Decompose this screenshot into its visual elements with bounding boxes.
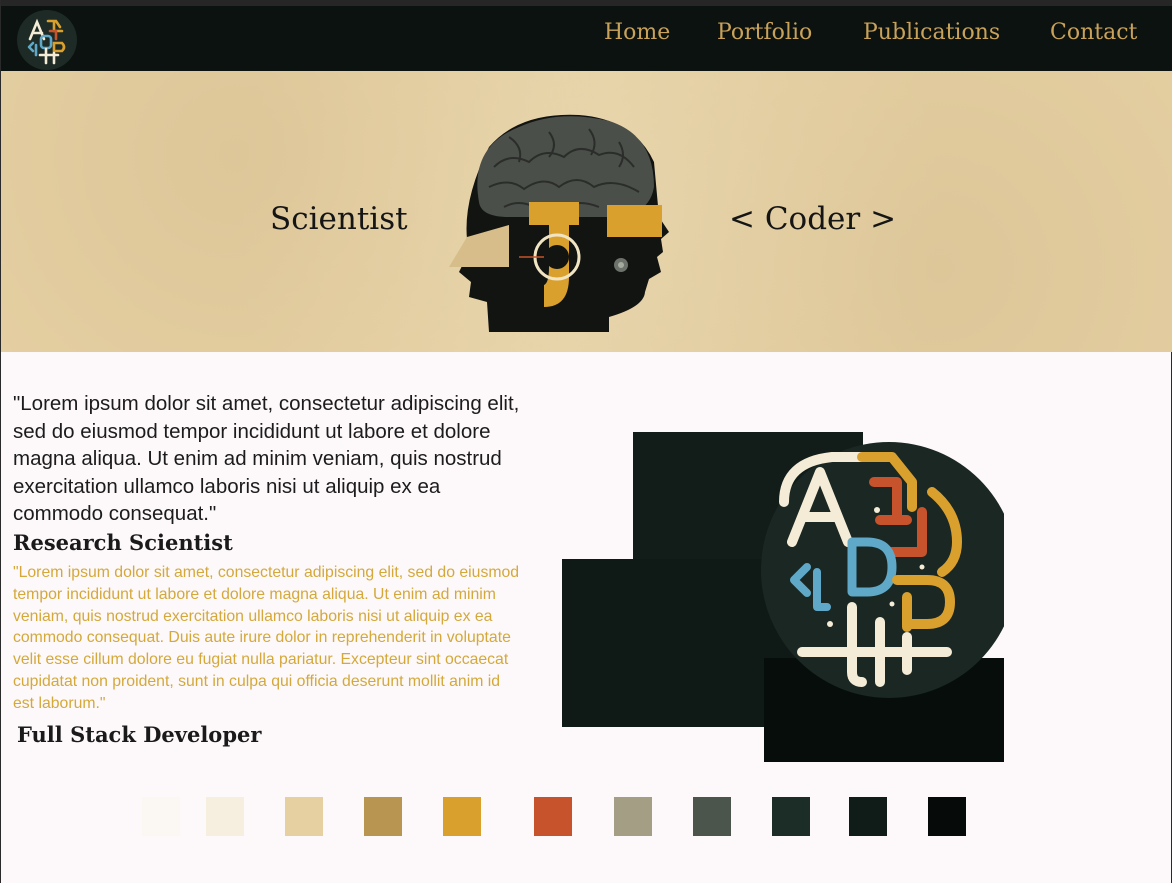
research-scientist-description: "Lorem ipsum dolor sit amet, consectetur… xyxy=(13,564,520,712)
nav-publications-link[interactable]: Publications xyxy=(863,20,1000,45)
hero-left-word: Scientist xyxy=(270,201,408,237)
palette-swatch xyxy=(614,797,652,836)
full-stack-developer-heading: Full Stack Developer xyxy=(17,722,262,747)
hero-right-word: < Coder > xyxy=(729,201,897,237)
adp-logo[interactable] xyxy=(16,9,78,71)
nav-contact-link[interactable]: Contact xyxy=(1050,20,1137,45)
palette-swatch xyxy=(285,797,323,836)
palette-swatch xyxy=(772,797,810,836)
palette-swatch xyxy=(849,797,887,836)
research-scientist-heading: Research Scientist xyxy=(13,530,233,555)
navbar: Home Portfolio Publications Contact xyxy=(1,6,1172,71)
hero-banner: Scientist < Coder > xyxy=(1,71,1172,352)
feature-logo-artwork xyxy=(562,432,1004,762)
brain-head-illustration xyxy=(449,114,669,332)
palette-swatch xyxy=(206,797,244,836)
palette-swatch xyxy=(534,797,572,836)
intro-quote: "Lorem ipsum dolor sit amet, consectetur… xyxy=(13,392,520,525)
palette-swatch xyxy=(443,797,481,836)
palette-swatch xyxy=(693,797,731,836)
palette-swatch xyxy=(928,797,966,836)
nav-home-link[interactable]: Home xyxy=(604,20,670,45)
nav-portfolio-link[interactable]: Portfolio xyxy=(717,20,812,45)
palette-swatch xyxy=(142,797,180,836)
palette-swatch xyxy=(364,797,402,836)
